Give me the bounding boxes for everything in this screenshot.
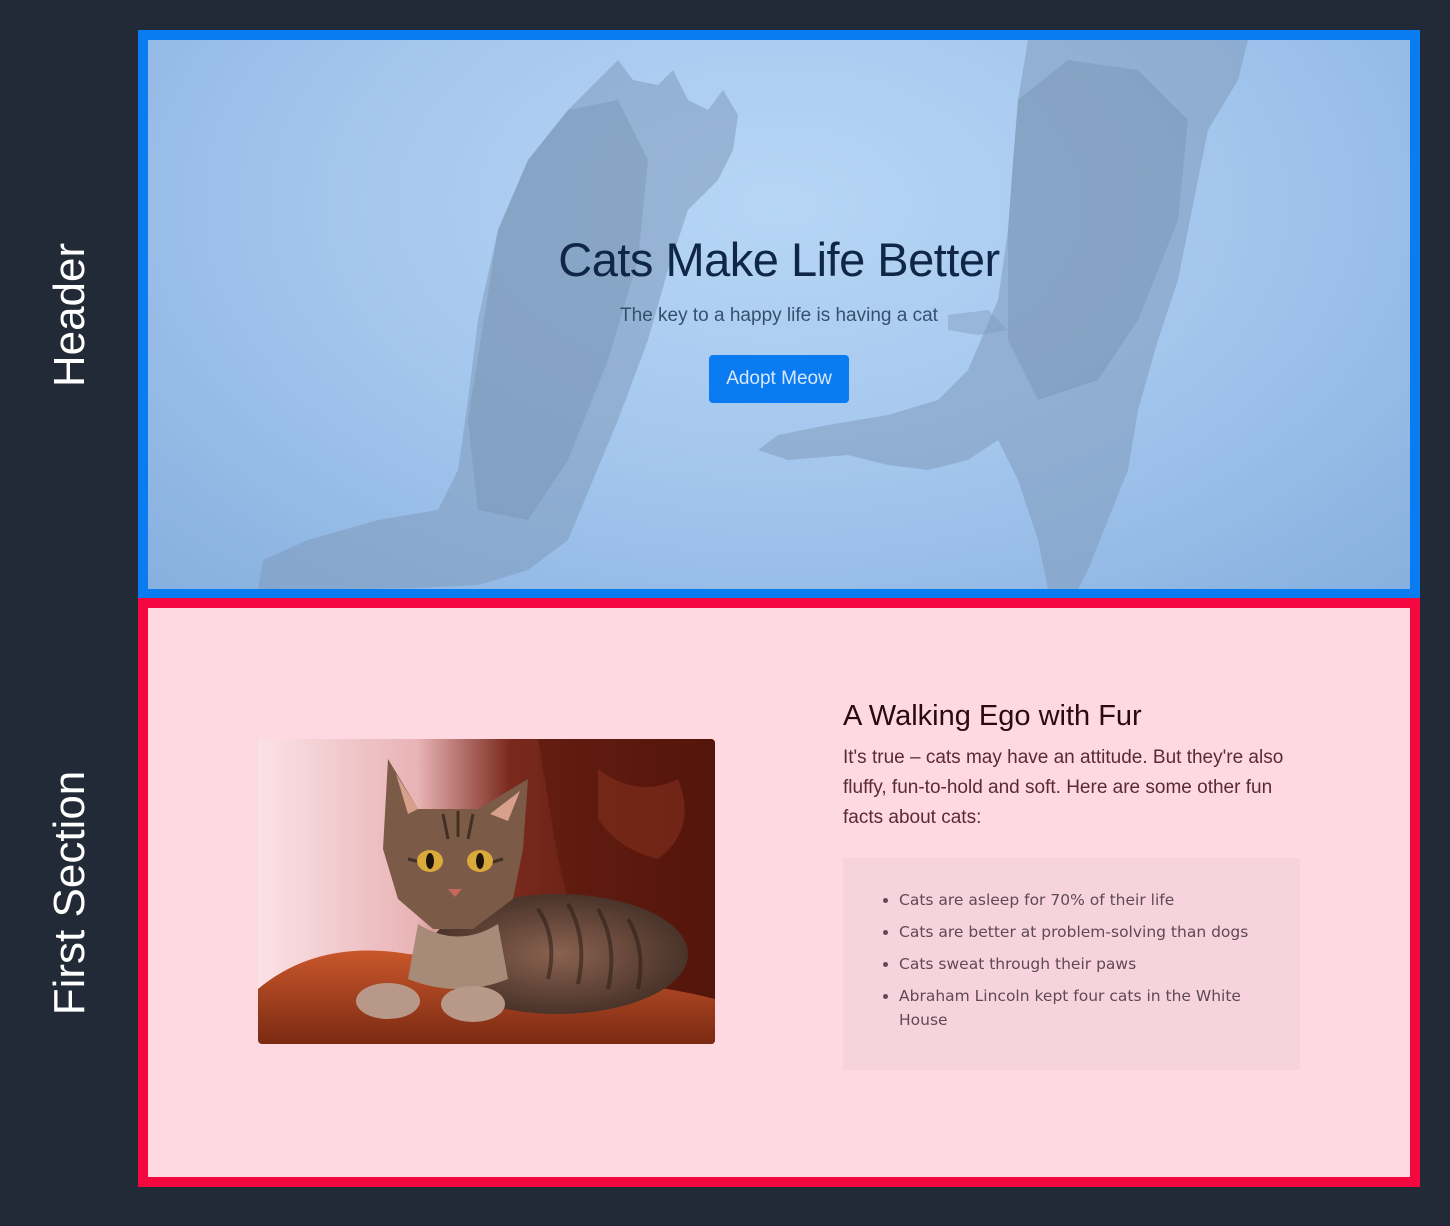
hero-content: Cats Make Life Better The key to a happy… bbox=[148, 232, 1410, 403]
first-section: A Walking Ego with Fur It's true – cats … bbox=[138, 598, 1420, 1187]
fact-item: Cats sweat through their paws bbox=[899, 952, 1270, 976]
hero-subtitle: The key to a happy life is having a cat bbox=[620, 305, 938, 326]
cat-photo bbox=[258, 739, 715, 1044]
header-section: Cats Make Life Better The key to a happy… bbox=[138, 30, 1420, 599]
intro-text-block: A Walking Ego with Fur It's true – cats … bbox=[843, 700, 1303, 833]
fact-item: Cats are asleep for 70% of their life bbox=[899, 888, 1270, 912]
hero-title: Cats Make Life Better bbox=[558, 233, 1000, 286]
facts-list: Cats are asleep for 70% of their life Ca… bbox=[873, 888, 1270, 1032]
fact-item: Cats are better at problem-solving than … bbox=[899, 920, 1270, 944]
facts-box: Cats are asleep for 70% of their life Ca… bbox=[843, 858, 1300, 1070]
first-section-region-label: First Section bbox=[45, 770, 94, 1016]
section-heading: A Walking Ego with Fur bbox=[843, 700, 1142, 732]
section-paragraph: It's true – cats may have an attitude. B… bbox=[843, 747, 1284, 828]
adopt-meow-button[interactable]: Adopt Meow bbox=[709, 355, 849, 403]
header-region-label: Header bbox=[45, 242, 94, 388]
tabby-cat-image bbox=[258, 739, 715, 1044]
fact-item: Abraham Lincoln kept four cats in the Wh… bbox=[899, 984, 1270, 1032]
